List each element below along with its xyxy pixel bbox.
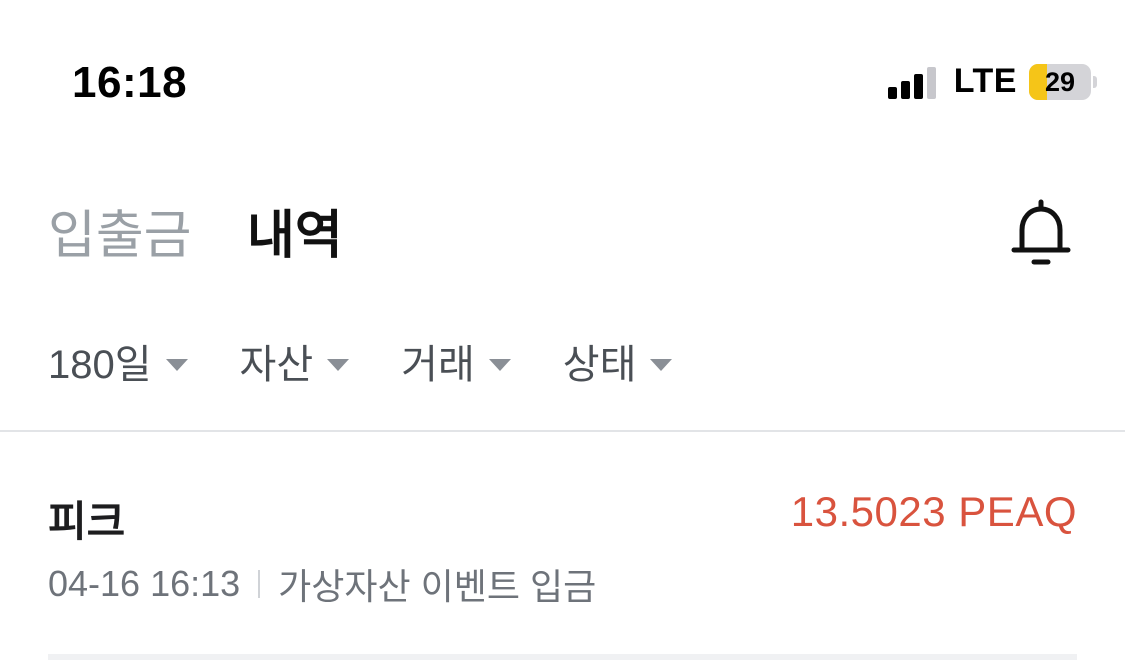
filter-asset-dropdown[interactable]: 자산 — [240, 335, 350, 395]
caret-down-icon — [488, 359, 511, 371]
status-bar: 16:18 LTE 29 — [0, 0, 1125, 140]
filter-label: 거래 — [401, 343, 475, 387]
transaction-type: 가상자산 이벤트 입금 — [278, 566, 597, 607]
transaction-history-screen: 16:18 LTE 29 입출금 내역 180일 자산 거래 상태 피크 13.… — [0, 0, 1125, 660]
row-divider — [48, 654, 1077, 660]
filter-trade-dropdown[interactable]: 거래 — [401, 335, 511, 395]
battery-icon: 29 — [1029, 63, 1097, 100]
transaction-datetime: 04-16 16:13 — [48, 563, 241, 604]
filter-label: 상태 — [562, 343, 637, 387]
signal-strength-icon — [887, 65, 938, 99]
tab-history[interactable]: 내역 — [247, 206, 343, 266]
bell-icon[interactable] — [1010, 196, 1072, 270]
filter-bar: 180일 자산 거래 상태 — [48, 330, 724, 400]
transaction-amount: 13.5023 PEAQ — [790, 488, 1077, 535]
caret-down-icon — [327, 359, 350, 371]
filter-label: 180일 — [48, 343, 152, 387]
tab-deposit-withdraw[interactable]: 입출금 — [48, 206, 192, 266]
battery-level: 29 — [1044, 66, 1076, 97]
status-indicators: LTE 29 — [887, 62, 1097, 101]
filter-label: 자산 — [239, 343, 314, 387]
section-divider — [0, 430, 1125, 432]
page-header: 입출금 내역 — [0, 180, 1125, 300]
network-type: LTE — [953, 62, 1017, 100]
caret-down-icon — [165, 359, 188, 371]
asset-name: 피크 — [48, 498, 126, 545]
transaction-meta: 04-16 16:13 가상자산 이벤트 입금 — [48, 558, 596, 610]
filter-status-dropdown[interactable]: 상태 — [563, 335, 673, 395]
caret-down-icon — [650, 359, 673, 371]
meta-separator — [258, 570, 261, 598]
filter-period-dropdown[interactable]: 180일 — [48, 335, 188, 395]
status-time: 16:18 — [72, 58, 188, 107]
transaction-row[interactable]: 피크 13.5023 PEAQ 04-16 16:13 가상자산 이벤트 입금 — [0, 470, 1125, 620]
